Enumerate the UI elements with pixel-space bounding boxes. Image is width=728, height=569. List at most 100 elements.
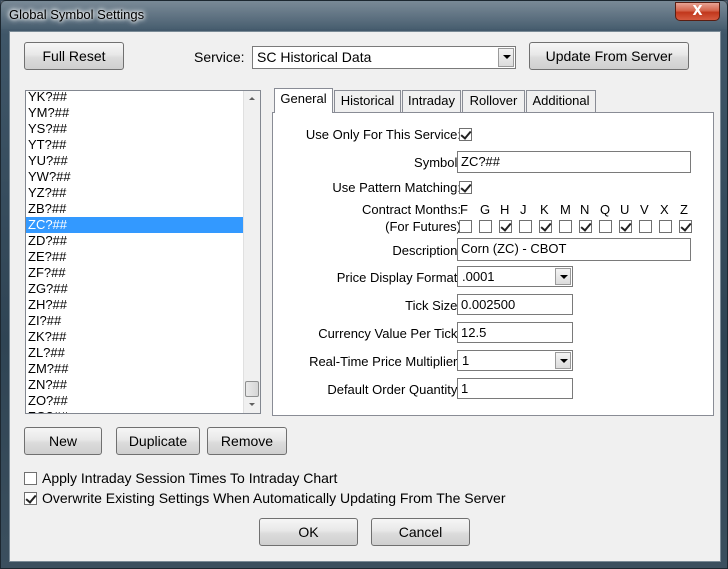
order-qty-label: Default Order Quantity: (327, 382, 461, 397)
month-letter: V (640, 202, 649, 217)
list-item[interactable]: YW?## (26, 169, 260, 185)
month-checkbox[interactable] (479, 220, 492, 233)
order-qty-value: 1 (461, 381, 469, 396)
list-item[interactable]: YS?## (26, 121, 260, 137)
list-item[interactable]: ZB?## (26, 201, 260, 217)
month-letter: Z (680, 202, 688, 217)
service-value: SC Historical Data (257, 49, 372, 65)
symbol-list-items: YK?## YM?## YS?## YT?## YU?## YW?## YZ?## ZB?##… (26, 91, 260, 413)
list-item[interactable]: YU?## (26, 153, 260, 169)
month-checkbox[interactable] (619, 220, 632, 233)
tick-size-input[interactable]: 0.002500 (457, 294, 573, 315)
description-value: Corn (ZC) - CBOT (461, 241, 567, 256)
currency-label: Currency Value Per Tick: (318, 326, 461, 341)
list-item[interactable]: ZN?## (26, 377, 260, 393)
tab-rollover[interactable]: Rollover (462, 90, 525, 112)
list-item[interactable]: ZL?## (26, 345, 260, 361)
remove-button[interactable]: Remove (207, 427, 287, 455)
chevron-down-icon[interactable] (498, 48, 514, 67)
currency-input[interactable]: 12.5 (457, 322, 573, 343)
month-checkbox[interactable] (639, 220, 652, 233)
tab-historical[interactable]: Historical (334, 90, 401, 112)
use-only-checkbox[interactable] (459, 128, 472, 141)
month-letter: X (660, 202, 669, 217)
month-letter: J (520, 202, 527, 217)
description-label: Description: (392, 243, 461, 258)
month-checkbox[interactable] (659, 220, 672, 233)
overwrite-label[interactable]: Overwrite Existing Settings When Automat… (42, 490, 505, 506)
scroll-down-icon[interactable] (244, 397, 260, 413)
multiplier-select[interactable]: 1 (457, 350, 573, 371)
scroll-thumb[interactable] (245, 381, 259, 397)
month-checkbox[interactable] (499, 220, 512, 233)
window-title: Global Symbol Settings (9, 7, 145, 22)
service-select[interactable]: SC Historical Data (252, 46, 516, 69)
month-letter: M (560, 202, 571, 217)
price-format-value: .0001 (462, 269, 495, 284)
list-item[interactable]: ZE?## (26, 249, 260, 265)
update-from-server-button[interactable]: Update From Server (529, 42, 689, 70)
list-item[interactable]: ZQ?## (26, 409, 260, 413)
service-label: Service: (194, 49, 245, 65)
list-item[interactable]: ZI?## (26, 313, 260, 329)
month-letter: G (480, 202, 491, 217)
list-item[interactable]: YZ?## (26, 185, 260, 201)
tab-intraday[interactable]: Intraday (402, 90, 461, 112)
month-checkbox[interactable] (579, 220, 592, 233)
price-format-select[interactable]: .0001 (457, 266, 573, 287)
month-letter: K (540, 202, 549, 217)
multiplier-value: 1 (462, 353, 470, 368)
duplicate-button[interactable]: Duplicate (116, 427, 200, 455)
month-checkbox[interactable] (539, 220, 552, 233)
list-item[interactable]: ZO?## (26, 393, 260, 409)
tab-additional[interactable]: Additional (526, 90, 596, 112)
pattern-matching-checkbox[interactable] (459, 181, 472, 194)
list-item[interactable]: ZC?## (26, 217, 260, 233)
month-checkbox[interactable] (559, 220, 572, 233)
symbol-list[interactable]: YK?## YM?## YS?## YT?## YU?## YW?## YZ?## ZB?##… (25, 90, 261, 414)
multiplier-label: Real-Time Price Multiplier: (309, 354, 461, 369)
use-only-label: Use Only For This Service: (305, 127, 461, 142)
ok-button[interactable]: OK (259, 518, 358, 546)
symbol-label: Symbol: (414, 155, 461, 170)
description-input[interactable]: Corn (ZC) - CBOT (457, 238, 691, 261)
pattern-label: Use Pattern Matching: (332, 180, 461, 195)
list-item[interactable]: ZH?## (26, 297, 260, 313)
general-tab-panel: Use Only For This Service: Symbol: ZC?##… (272, 112, 714, 416)
tick-size-label: Tick Size: (405, 298, 461, 313)
tab-general[interactable]: General (274, 88, 333, 113)
symbol-list-scrollbar[interactable] (243, 91, 260, 413)
full-reset-button[interactable]: Full Reset (24, 42, 124, 70)
scroll-up-icon[interactable] (244, 91, 260, 107)
close-button[interactable]: X (675, 2, 720, 21)
chevron-down-icon[interactable] (555, 352, 571, 369)
list-item[interactable]: ZF?## (26, 265, 260, 281)
tick-size-value: 0.002500 (461, 297, 516, 312)
month-checkbox[interactable] (599, 220, 612, 233)
apply-intraday-label[interactable]: Apply Intraday Session Times To Intraday… (42, 470, 337, 486)
list-item[interactable]: YT?## (26, 137, 260, 153)
overwrite-checkbox[interactable] (24, 492, 37, 505)
month-checkbox[interactable] (459, 220, 472, 233)
list-item[interactable]: YK?## (26, 91, 260, 105)
list-item[interactable]: ZK?## (26, 329, 260, 345)
month-checkbox[interactable] (679, 220, 692, 233)
price-format-label: Price Display Format: (336, 270, 461, 285)
order-qty-input[interactable]: 1 (457, 378, 573, 399)
month-letter: H (500, 202, 510, 217)
list-item[interactable]: ZM?## (26, 361, 260, 377)
month-letter: U (620, 202, 630, 217)
month-checkbox[interactable] (519, 220, 532, 233)
symbol-input[interactable]: ZC?## (457, 151, 691, 173)
new-button[interactable]: New (24, 427, 102, 455)
list-item[interactable]: ZD?## (26, 233, 260, 249)
for-futures-label: (For Futures) (385, 219, 461, 234)
month-letter: N (580, 202, 590, 217)
list-item[interactable]: ZG?## (26, 281, 260, 297)
chevron-down-icon[interactable] (555, 268, 571, 285)
cancel-button[interactable]: Cancel (371, 518, 470, 546)
apply-intraday-checkbox[interactable] (24, 472, 37, 485)
title-bar[interactable]: Global Symbol Settings X (1, 1, 727, 29)
list-item[interactable]: YM?## (26, 105, 260, 121)
currency-value: 12.5 (461, 325, 487, 340)
